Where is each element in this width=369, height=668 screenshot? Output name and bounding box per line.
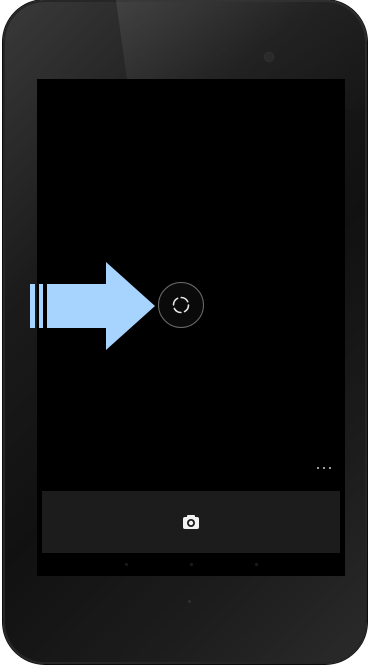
nav-home-dot[interactable] [190,563,193,566]
overflow-dot [323,467,325,469]
bottom-sensor [188,600,191,603]
right-arrow-pointer-icon [30,262,155,350]
nav-back-dot[interactable] [125,563,128,566]
camera-control-bar [42,491,340,553]
overflow-dot [317,467,319,469]
more-horizontal-icon[interactable] [317,464,331,472]
overflow-dot [329,467,331,469]
loading-ring-icon[interactable] [158,282,204,328]
camera-icon[interactable] [181,512,201,532]
nav-recent-dot[interactable] [255,563,258,566]
loading-ring-icon-graphic [172,296,190,314]
system-nav-bar [37,553,345,576]
front-camera-lens [265,53,273,61]
camera-icon-graphic [183,515,199,529]
